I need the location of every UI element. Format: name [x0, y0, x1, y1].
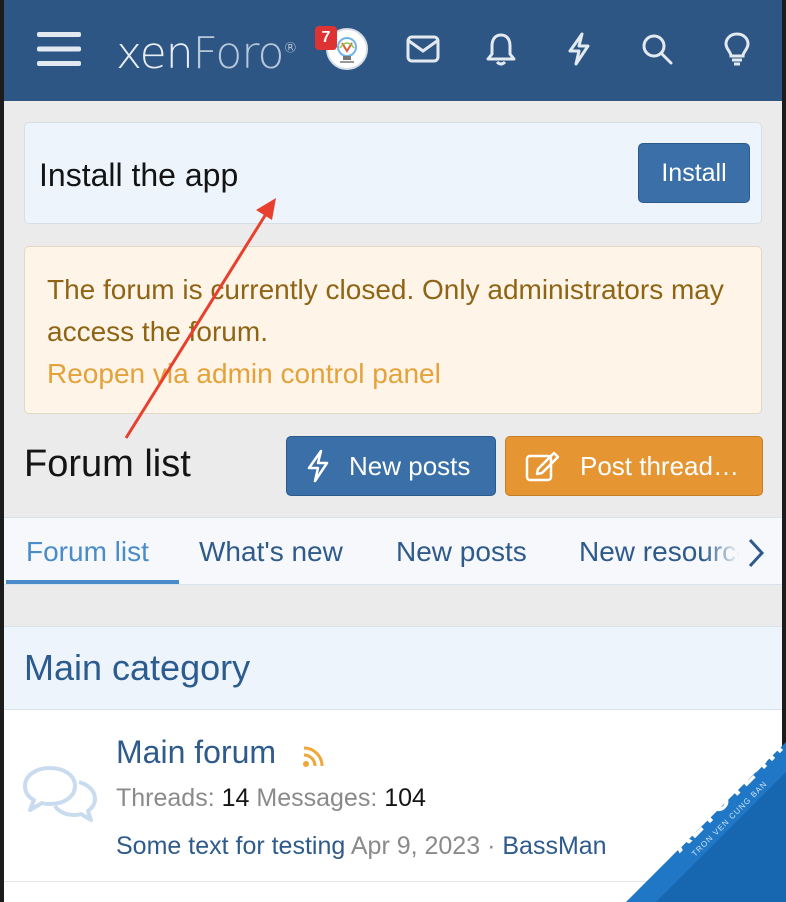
logo-mark: ® [283, 40, 297, 57]
tab-whats-new[interactable]: What's new [199, 536, 343, 568]
messages-label: Messages: [256, 784, 378, 812]
whats-new-button[interactable] [552, 22, 606, 76]
forum-stats: Threads: 14 Messages: 104 [116, 784, 426, 813]
threads-label: Threads: [116, 784, 215, 812]
tab-new-posts[interactable]: New posts [396, 536, 527, 568]
bolt-icon [307, 449, 329, 483]
search-icon [642, 34, 673, 65]
last-post-info: Some text for testing Apr 9, 2023 · Bass… [116, 832, 607, 861]
category-title[interactable]: Main category [24, 647, 250, 689]
menu-button[interactable] [32, 22, 86, 76]
category-header[interactable]: Main category [4, 626, 782, 710]
rss-feed-icon[interactable] [302, 744, 326, 773]
threads-count: 14 [221, 784, 250, 812]
envelope-icon [406, 35, 440, 63]
logo-accent: Foro [192, 28, 285, 79]
active-tab-indicator [6, 580, 179, 584]
messages-count: 104 [384, 784, 426, 812]
page-title: Forum list [24, 443, 191, 485]
last-post-separator: · [487, 832, 496, 860]
bell-icon [486, 33, 516, 66]
inbox-button[interactable] [396, 22, 450, 76]
tab-forum-list[interactable]: Forum list [26, 536, 149, 568]
lightbulb-icon [724, 32, 750, 66]
tab-overflow-fade [704, 518, 782, 584]
forum-closed-notice: The forum is currently closed. Only admi… [24, 246, 762, 414]
install-app-text: Install the app [39, 157, 239, 193]
notice-text: The forum is currently closed. Only admi… [47, 274, 724, 347]
post-thread-button[interactable]: Post thread… [505, 436, 763, 496]
bolt-icon [568, 32, 590, 66]
forum-row: Main forum Threads: 14 Messages: 104 Som… [4, 710, 782, 882]
new-posts-label: New posts [349, 450, 471, 481]
tabs-scroll-right[interactable] [746, 536, 766, 575]
new-posts-button[interactable]: New posts [286, 436, 496, 496]
install-button[interactable]: Install [638, 143, 750, 203]
alert-count-badge: 7 [315, 26, 337, 50]
alerts-button[interactable] [474, 22, 528, 76]
edit-icon [525, 451, 560, 482]
reopen-link[interactable]: Reopen via admin control panel [47, 353, 739, 395]
last-thread-link[interactable]: Some text for testing [116, 832, 345, 860]
chevron-right-icon [748, 538, 765, 568]
install-app-banner: Install the app Install [24, 122, 762, 224]
forum-chat-icon [22, 764, 98, 829]
site-header: xenForo® 7 [4, 0, 782, 101]
post-thread-label: Post thread… [580, 450, 739, 481]
last-post-date[interactable]: Apr 9, 2023 [351, 832, 480, 860]
page-content: Install the app Install The forum is cur… [4, 101, 782, 902]
menu-icon [37, 32, 81, 66]
last-poster-link[interactable]: BassMan [502, 832, 606, 860]
search-button[interactable] [630, 22, 684, 76]
style-chooser-button[interactable] [710, 22, 764, 76]
next-forum-row [4, 882, 782, 902]
forum-title-link[interactable]: Main forum [116, 734, 276, 771]
forum-tabs: Forum list What's new New posts New reso… [4, 517, 782, 585]
site-logo[interactable]: xenForo® [116, 28, 297, 79]
logo-main: xen [116, 28, 194, 79]
